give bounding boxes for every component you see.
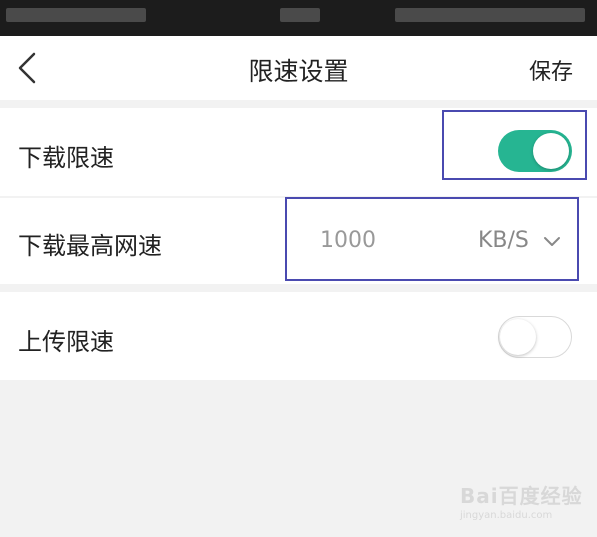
status-bar-obscured-content [6, 8, 146, 22]
baidu-jingyan-watermark: Bai百度经验 jingyan.baidu.com [458, 470, 588, 528]
upload-limit-label: 上传限速 [18, 328, 114, 356]
upload-limit-row: 上传限速 [0, 292, 597, 380]
download-max-speed-label: 下载最高网速 [18, 232, 162, 260]
status-bar-obscured-content [280, 8, 320, 22]
upload-limit-toggle[interactable] [498, 316, 572, 358]
nav-bar: 限速设置 保存 [0, 36, 597, 100]
toggle-knob [500, 318, 536, 355]
status-bar [0, 0, 597, 36]
watermark-brand: Bai百度经验 [460, 484, 583, 508]
save-button[interactable]: 保存 [529, 54, 573, 86]
speed-highlight-box [285, 197, 579, 281]
page-title: 限速设置 [248, 57, 349, 86]
watermark-url: jingyan.baidu.com [460, 510, 553, 521]
toggle-highlight-box [442, 110, 587, 180]
status-bar-obscured-content [395, 8, 585, 22]
download-limit-label: 下载限速 [18, 144, 114, 172]
